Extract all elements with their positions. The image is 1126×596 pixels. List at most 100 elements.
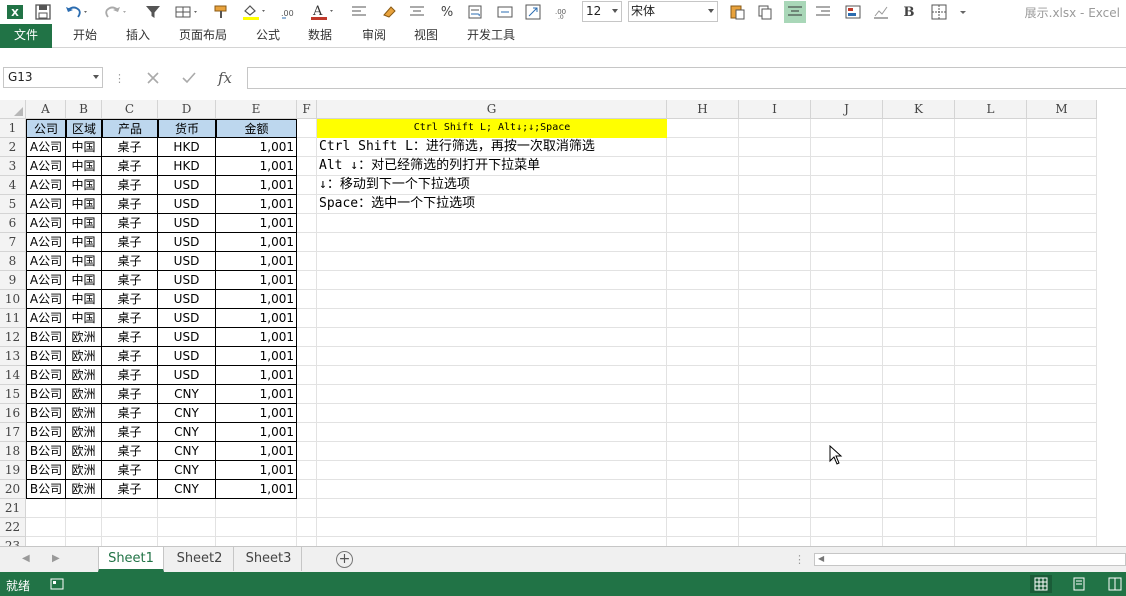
font-size-select[interactable]: 12 (582, 1, 622, 22)
row-header-18[interactable]: 18 (0, 442, 26, 461)
sheet-tab-2[interactable]: Sheet2 (166, 547, 234, 571)
cell-b16[interactable]: 欧洲 (66, 404, 102, 423)
align-center-icon[interactable] (406, 1, 428, 23)
cell-a7[interactable]: A公司 (26, 233, 66, 252)
normal-view-icon[interactable] (1030, 575, 1052, 593)
insert-function-button[interactable]: fx (214, 68, 236, 88)
cell-b17[interactable]: 欧洲 (66, 423, 102, 442)
cell-e17[interactable]: 1,001 (216, 423, 297, 442)
cell-c13[interactable]: 桌子 (102, 347, 158, 366)
cell-d15[interactable]: CNY (158, 385, 216, 404)
cell-d19[interactable]: CNY (158, 461, 216, 480)
table-format-icon[interactable] (172, 1, 202, 23)
cell-d18[interactable]: CNY (158, 442, 216, 461)
cell-e7[interactable]: 1,001 (216, 233, 297, 252)
cell-d5[interactable]: USD (158, 195, 216, 214)
fill-color-icon[interactable] (240, 1, 270, 23)
cell-b7[interactable]: 中国 (66, 233, 102, 252)
align-left-icon[interactable] (348, 1, 370, 23)
cell-c11[interactable]: 桌子 (102, 309, 158, 328)
column-header-l[interactable]: L (955, 100, 1027, 119)
cell-e10[interactable]: 1,001 (216, 290, 297, 309)
column-header-h[interactable]: H (667, 100, 739, 119)
confirm-entry-icon[interactable] (178, 68, 200, 88)
row-header-8[interactable]: 8 (0, 252, 26, 271)
row-header-3[interactable]: 3 (0, 157, 26, 176)
cell-b1[interactable]: 区域 (66, 119, 102, 138)
font-color-icon[interactable]: A (308, 1, 338, 23)
row-header-7[interactable]: 7 (0, 233, 26, 252)
cell-b14[interactable]: 欧洲 (66, 366, 102, 385)
tab-view[interactable]: 视图 (402, 24, 450, 48)
percent-button[interactable]: % (436, 1, 458, 23)
cell-a1[interactable]: 公司 (26, 119, 66, 138)
orientation-icon[interactable] (522, 1, 544, 23)
tab-insert[interactable]: 插入 (114, 24, 162, 48)
row-header-20[interactable]: 20 (0, 480, 26, 499)
cell-g4[interactable]: ↓：移动到下一个下拉选项 (319, 176, 669, 195)
row-header-17[interactable]: 17 (0, 423, 26, 442)
align-right-icon[interactable] (812, 1, 834, 23)
cell-e13[interactable]: 1,001 (216, 347, 297, 366)
row-header-9[interactable]: 9 (0, 271, 26, 290)
cell-c19[interactable]: 桌子 (102, 461, 158, 480)
cell-d13[interactable]: USD (158, 347, 216, 366)
clear-format-icon[interactable] (378, 1, 400, 23)
sheet-tab-1[interactable]: Sheet1 (98, 547, 164, 572)
cell-c20[interactable]: 桌子 (102, 480, 158, 499)
cell-e1[interactable]: 金额 (216, 119, 297, 138)
paste-icon[interactable] (726, 1, 748, 23)
tab-page-layout[interactable]: 页面布局 (170, 24, 236, 48)
row-header-15[interactable]: 15 (0, 385, 26, 404)
cell-b3[interactable]: 中国 (66, 157, 102, 176)
cell-e9[interactable]: 1,001 (216, 271, 297, 290)
cell-c2[interactable]: 桌子 (102, 138, 158, 157)
row-header-21[interactable]: 21 (0, 499, 26, 518)
filter-icon[interactable] (142, 1, 164, 23)
page-break-view-icon[interactable] (1104, 575, 1126, 593)
cell-e12[interactable]: 1,001 (216, 328, 297, 347)
cell-e3[interactable]: 1,001 (216, 157, 297, 176)
cell-g3[interactable]: Alt ↓：对已经筛选的列打开下拉菜单 (319, 157, 669, 176)
cell-c5[interactable]: 桌子 (102, 195, 158, 214)
cell-g1[interactable]: Ctrl Shift L; Alt↓;↓;Space (317, 119, 667, 138)
row-header-1[interactable]: 1 (0, 119, 26, 138)
cell-a5[interactable]: A公司 (26, 195, 66, 214)
cell-b19[interactable]: 欧洲 (66, 461, 102, 480)
cell-a18[interactable]: B公司 (26, 442, 66, 461)
merge-cells-icon[interactable] (494, 1, 516, 23)
borders-icon[interactable] (928, 1, 950, 23)
cell-e16[interactable]: 1,001 (216, 404, 297, 423)
column-header-k[interactable]: K (883, 100, 955, 119)
sheet-tab-3[interactable]: Sheet3 (236, 547, 302, 571)
cell-d9[interactable]: USD (158, 271, 216, 290)
cell-a11[interactable]: A公司 (26, 309, 66, 328)
column-header-c[interactable]: C (102, 100, 158, 119)
cell-e8[interactable]: 1,001 (216, 252, 297, 271)
row-header-2[interactable]: 2 (0, 138, 26, 157)
select-all-corner[interactable] (0, 100, 26, 119)
tab-file[interactable]: 文件 (0, 24, 52, 48)
cell-e18[interactable]: 1,001 (216, 442, 297, 461)
horizontal-scrollbar[interactable]: ◀ (814, 553, 1126, 566)
cell-a4[interactable]: A公司 (26, 176, 66, 195)
cell-d2[interactable]: HKD (158, 138, 216, 157)
chart-icon[interactable] (870, 1, 892, 23)
cell-d11[interactable]: USD (158, 309, 216, 328)
column-header-e[interactable]: E (216, 100, 297, 119)
redo-icon[interactable] (100, 1, 130, 23)
wrap-text-icon[interactable] (464, 1, 486, 23)
cell-a15[interactable]: B公司 (26, 385, 66, 404)
cell-a9[interactable]: A公司 (26, 271, 66, 290)
page-layout-view-icon[interactable] (1068, 575, 1090, 593)
cell-d17[interactable]: CNY (158, 423, 216, 442)
row-header-11[interactable]: 11 (0, 309, 26, 328)
spreadsheet-grid[interactable]: ABCDEFGHIJKLM 1 2 3 4 5 6 7 8 9 10 11 12 13 14 15 16 17 1… (0, 100, 1126, 546)
cell-a2[interactable]: A公司 (26, 138, 66, 157)
cell-b8[interactable]: 中国 (66, 252, 102, 271)
row-header-5[interactable]: 5 (0, 195, 26, 214)
cell-b2[interactable]: 中国 (66, 138, 102, 157)
cell-b4[interactable]: 中国 (66, 176, 102, 195)
tab-review[interactable]: 审阅 (350, 24, 398, 48)
column-header-i[interactable]: I (739, 100, 811, 119)
